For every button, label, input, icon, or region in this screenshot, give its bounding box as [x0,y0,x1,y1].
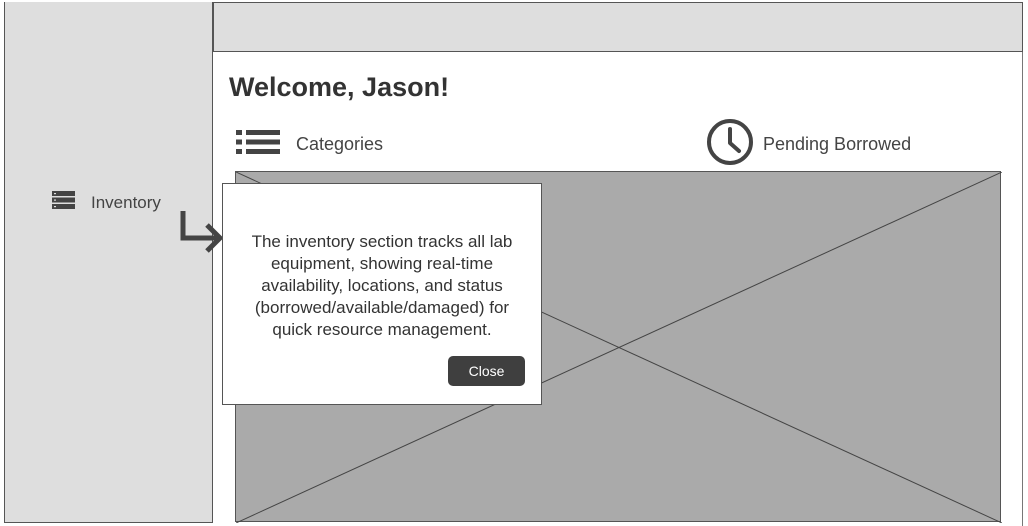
tooltip-popup: The inventory section tracks all lab equ… [222,183,542,405]
pending-borrowed-label: Pending Borrowed [763,134,912,154]
arrow-turn-right-icon [178,209,226,264]
sidebar-item-inventory[interactable]: Inventory [51,190,161,215]
list-icon [235,127,281,162]
sidebar-item-label: Inventory [91,192,161,212]
server-icon [51,190,76,215]
top-bar [213,2,1023,52]
categories-label: Categories [296,134,384,154]
categories-link[interactable]: Categories [235,127,383,162]
welcome-heading: Welcome, Jason! [229,72,450,102]
close-button[interactable]: Close [448,356,525,386]
pending-borrowed-link[interactable]: Pending Borrowed [705,117,911,172]
content-border [1022,52,1023,526]
tooltip-text: The inventory section tracks all lab equ… [251,232,513,339]
clock-icon [705,117,755,172]
